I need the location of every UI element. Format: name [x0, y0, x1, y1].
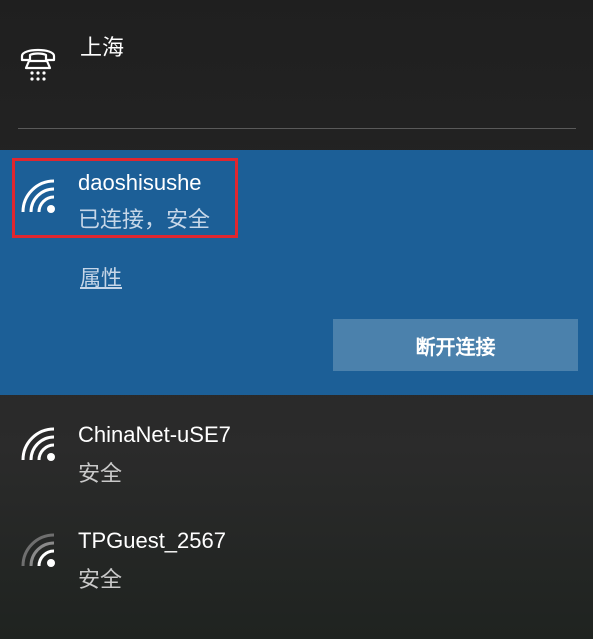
network-ssid: ChinaNet-uSE7 [78, 422, 231, 447]
network-status: 安全 [78, 567, 123, 592]
disconnect-button[interactable]: 断开连接 [333, 319, 578, 371]
network-flyout: 上海 daoshisushe 已连接，安全 属性 断开连接 ChinaNet-u… [0, 0, 593, 639]
dialup-phone-icon [20, 48, 56, 81]
network-ssid: daoshisushe [78, 170, 202, 195]
properties-link[interactable]: 属性 [80, 262, 122, 292]
dialup-connection-item[interactable]: 上海 [0, 0, 593, 130]
network-ssid: TPGuest_2567 [78, 528, 226, 553]
dialup-connection-name: 上海 [80, 35, 125, 60]
network-item-connected[interactable]: daoshisushe 已连接，安全 属性 断开连接 [0, 150, 593, 395]
network-status: 安全 [78, 461, 123, 486]
network-item[interactable]: ChinaNet-uSE7 安全 [0, 404, 593, 504]
network-item[interactable]: TPGuest_2567 安全 [0, 510, 593, 610]
wifi-signal-icon [21, 427, 55, 461]
divider [18, 128, 576, 129]
wifi-signal-weak-icon [21, 533, 55, 567]
network-status: 已连接，安全 [78, 207, 211, 232]
wifi-signal-icon [21, 179, 55, 213]
